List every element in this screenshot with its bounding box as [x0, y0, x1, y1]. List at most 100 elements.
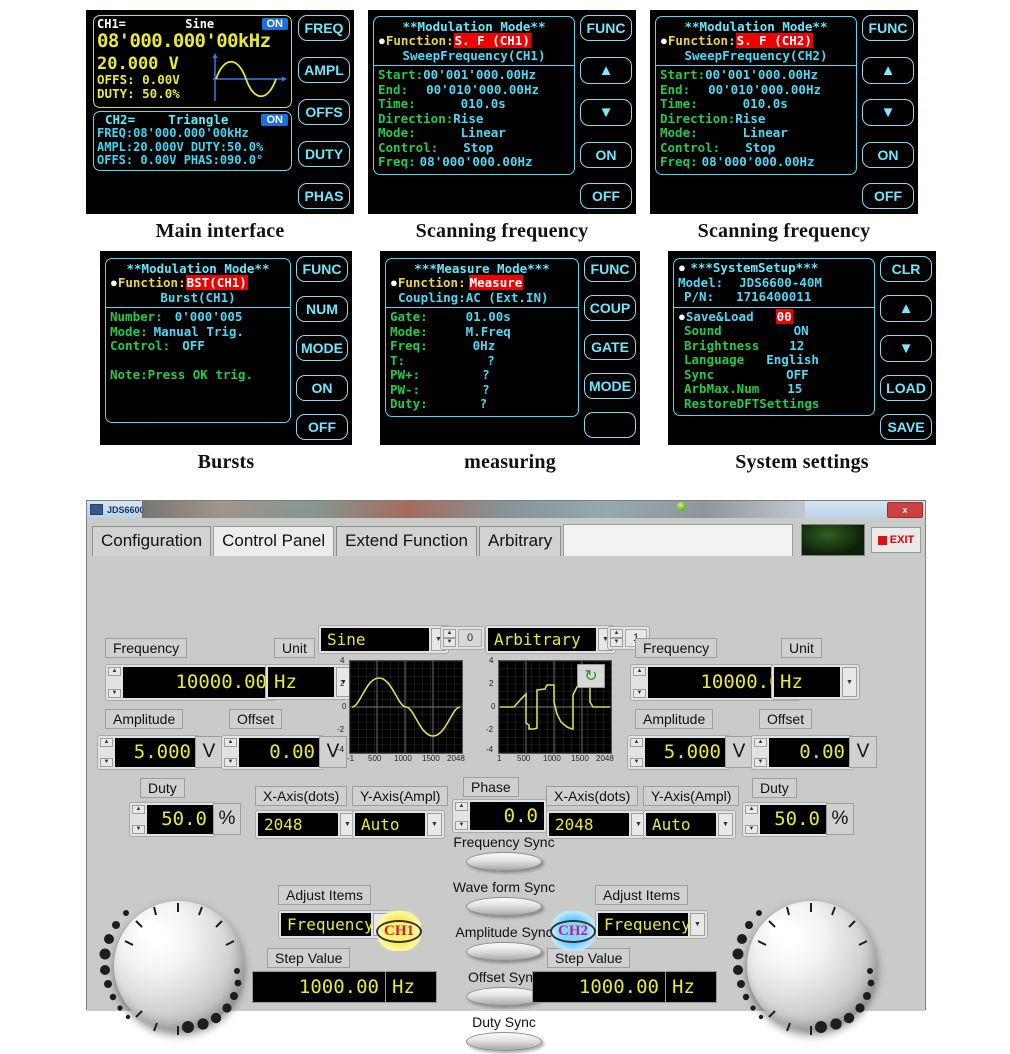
softkey-off[interactable]: OFF [296, 414, 348, 440]
softkey-mode[interactable]: MODE [584, 373, 636, 399]
spinner-icon[interactable]: ▲ ▼ [132, 805, 145, 834]
softkey-func[interactable]: FUNC [296, 256, 348, 282]
softkey-down-arrow-icon[interactable]: ▼ [862, 99, 914, 126]
ch1-frequency-input[interactable]: ▲ ▼ 10000.00 [105, 664, 276, 701]
softkey-func[interactable]: FUNC [862, 15, 914, 41]
ch2-step-value-input[interactable]: 1000.00 Hz [532, 971, 717, 1003]
ch1-duty-input[interactable]: ▲ ▼ 50.0 [129, 802, 216, 837]
tab-control-panel[interactable]: Control Panel [213, 526, 335, 556]
spinner-icon[interactable]: ▲ ▼ [633, 667, 646, 698]
row-label: Direction: [660, 110, 736, 126]
ch2-y-tick-2: 2 [489, 679, 494, 688]
softkey-func[interactable]: FUNC [580, 15, 632, 41]
caption-scanning-frequency-2: Scanning frequency [697, 220, 871, 242]
ch2-adjust-items-select[interactable]: Frequency ▼ [595, 910, 708, 939]
frequency-sync-toggle[interactable] [466, 852, 542, 871]
softkey-load[interactable]: LOAD [880, 375, 932, 401]
softkey-down-arrow-icon[interactable]: ▼ [580, 99, 632, 126]
duty-sync-toggle[interactable] [466, 1032, 542, 1051]
ch2-badge[interactable]: CH2 [550, 911, 596, 951]
ch2-duty-input[interactable]: ▲ ▼ 50.0 [742, 802, 829, 837]
amplitude-sync-toggle[interactable] [466, 942, 542, 961]
ch2-unit-select[interactable]: Hz ▼ [771, 664, 860, 700]
softkey-on[interactable]: ON [862, 141, 914, 168]
chevron-down-icon[interactable]: ▼ [718, 813, 733, 836]
close-button[interactable]: x [887, 502, 923, 518]
offset-sync-toggle[interactable] [466, 987, 542, 1006]
exit-button[interactable]: EXIT [871, 527, 921, 553]
softkey-on[interactable]: ON [296, 374, 348, 401]
softkey-gate[interactable]: GATE [584, 334, 636, 360]
softkey-off[interactable]: OFF [862, 183, 914, 209]
ch2-line-ampl: AMPL:20.000V DUTY:50.0% [97, 139, 264, 154]
softkey-mode[interactable]: MODE [296, 335, 348, 361]
ch1-offset-input[interactable]: ▲ ▼ 0.00 [221, 735, 324, 770]
softkey-num[interactable]: NUM [296, 295, 348, 322]
ch1-adjust-items-select[interactable]: Frequency ▼ [278, 910, 391, 939]
phase-input[interactable]: ▲ ▼ 0.0 [452, 799, 547, 833]
softkey-on[interactable]: ON [580, 141, 632, 168]
spinner-icon[interactable]: ▲ ▼ [443, 629, 456, 647]
spinner-icon[interactable]: ▲ ▼ [754, 738, 767, 767]
spinner-icon[interactable]: ▲ ▼ [108, 667, 121, 698]
row-value: 010.0s [460, 96, 506, 111]
row-label: Mode: [378, 125, 416, 140]
waveform-sync-toggle[interactable] [466, 897, 542, 916]
softkey-off[interactable]: OFF [580, 183, 632, 209]
spinner-icon[interactable]: ▲ ▼ [100, 738, 113, 767]
refresh-icon[interactable]: ↻ [577, 664, 605, 688]
tab-configuration[interactable]: Configuration [92, 526, 212, 556]
softkey-down-arrow-icon[interactable]: ▼ [880, 335, 932, 362]
ch1-waveform-index-stepper[interactable]: ▲ ▼ 0 [440, 626, 485, 650]
ch2-xaxis-select[interactable]: 2048 ▼ [546, 810, 649, 839]
tab-arbitrary[interactable]: Arbitrary [479, 526, 562, 556]
spinner-icon[interactable]: ▲ ▼ [455, 802, 468, 830]
ch1-wave: Sine [185, 17, 215, 31]
ch1-yaxis-select[interactable]: Auto ▼ [352, 810, 445, 839]
ch1-amplitude-unit: V [195, 736, 223, 768]
ch2-offset-unit: V [849, 736, 877, 768]
ch1-yaxis-label: Y-Axis(Ampl) [352, 786, 449, 806]
ch1-step-value-input[interactable]: 1000.00 Hz [252, 971, 437, 1003]
softkey-clr[interactable]: CLR [880, 256, 932, 282]
ch2-offset-input[interactable]: ▲ ▼ 0.00 [751, 735, 854, 770]
softkey-duty[interactable]: DUTY [298, 141, 350, 167]
ch2-yaxis-select[interactable]: Auto ▼ [643, 810, 736, 839]
softkey-save[interactable]: SAVE [880, 414, 932, 440]
burst-subtitle: Burst(CH1) [160, 289, 236, 305]
ch1-xaxis-select[interactable]: 2048 ▼ [255, 810, 358, 839]
softkey-up-arrow-icon[interactable]: ▲ [580, 56, 632, 84]
amplitude-sync-label: Amplitude Sync [455, 924, 553, 940]
sweep1-function-value: S. F (CH1) [453, 33, 531, 48]
ch1-amplitude-input[interactable]: ▲ ▼ 5.000 [97, 735, 200, 770]
caption-system-settings: System settings [735, 451, 869, 473]
ch2-xaxis-value: 2048 [549, 813, 629, 836]
softkey-func[interactable]: FUNC [584, 256, 636, 282]
row-value: 15 [787, 381, 803, 396]
spinner-icon[interactable]: ▲ ▼ [745, 805, 758, 834]
ch2-amplitude-input[interactable]: ▲ ▼ 5.000 [627, 735, 730, 770]
softkey-freq[interactable]: FREQ [298, 15, 350, 41]
ch1-badge[interactable]: CH1 [376, 911, 422, 951]
ch2-on-badge: ON [261, 114, 288, 126]
ch1-waveform-select[interactable]: Sine ▼ [318, 625, 449, 654]
row-value: OFF [786, 366, 809, 382]
softkey-up-arrow-icon[interactable]: ▲ [862, 56, 914, 84]
softkey-coup[interactable]: COUP [584, 295, 636, 321]
chevron-down-icon[interactable]: ▼ [690, 913, 705, 936]
ch2-badge-label: CH2 [550, 919, 596, 943]
softkey-phas[interactable]: PHAS [298, 183, 350, 209]
spinner-icon[interactable]: ▲ ▼ [630, 738, 643, 767]
spinner-icon[interactable]: ▲ ▼ [224, 738, 237, 767]
softkey-ampl[interactable]: AMPL [298, 57, 350, 83]
chevron-down-icon[interactable]: ▼ [842, 667, 857, 697]
ch2-waveform-select[interactable]: Arbitrary ▼ [485, 625, 616, 654]
softkey-offs[interactable]: OFFS [298, 99, 350, 125]
chevron-down-icon[interactable]: ▼ [427, 813, 442, 836]
spinner-icon[interactable]: ▲ ▼ [610, 629, 623, 647]
ch1-x-tick-4: 2048 [447, 754, 465, 763]
panel-main-interface: CH1= Sine ON 08'000.000'00kHz 20.000 V O… [86, 10, 354, 243]
ch1-y-tick-0: 0 [342, 702, 347, 711]
tab-extend-function[interactable]: Extend Function [336, 526, 477, 556]
softkey-up-arrow-icon[interactable]: ▲ [880, 295, 932, 322]
